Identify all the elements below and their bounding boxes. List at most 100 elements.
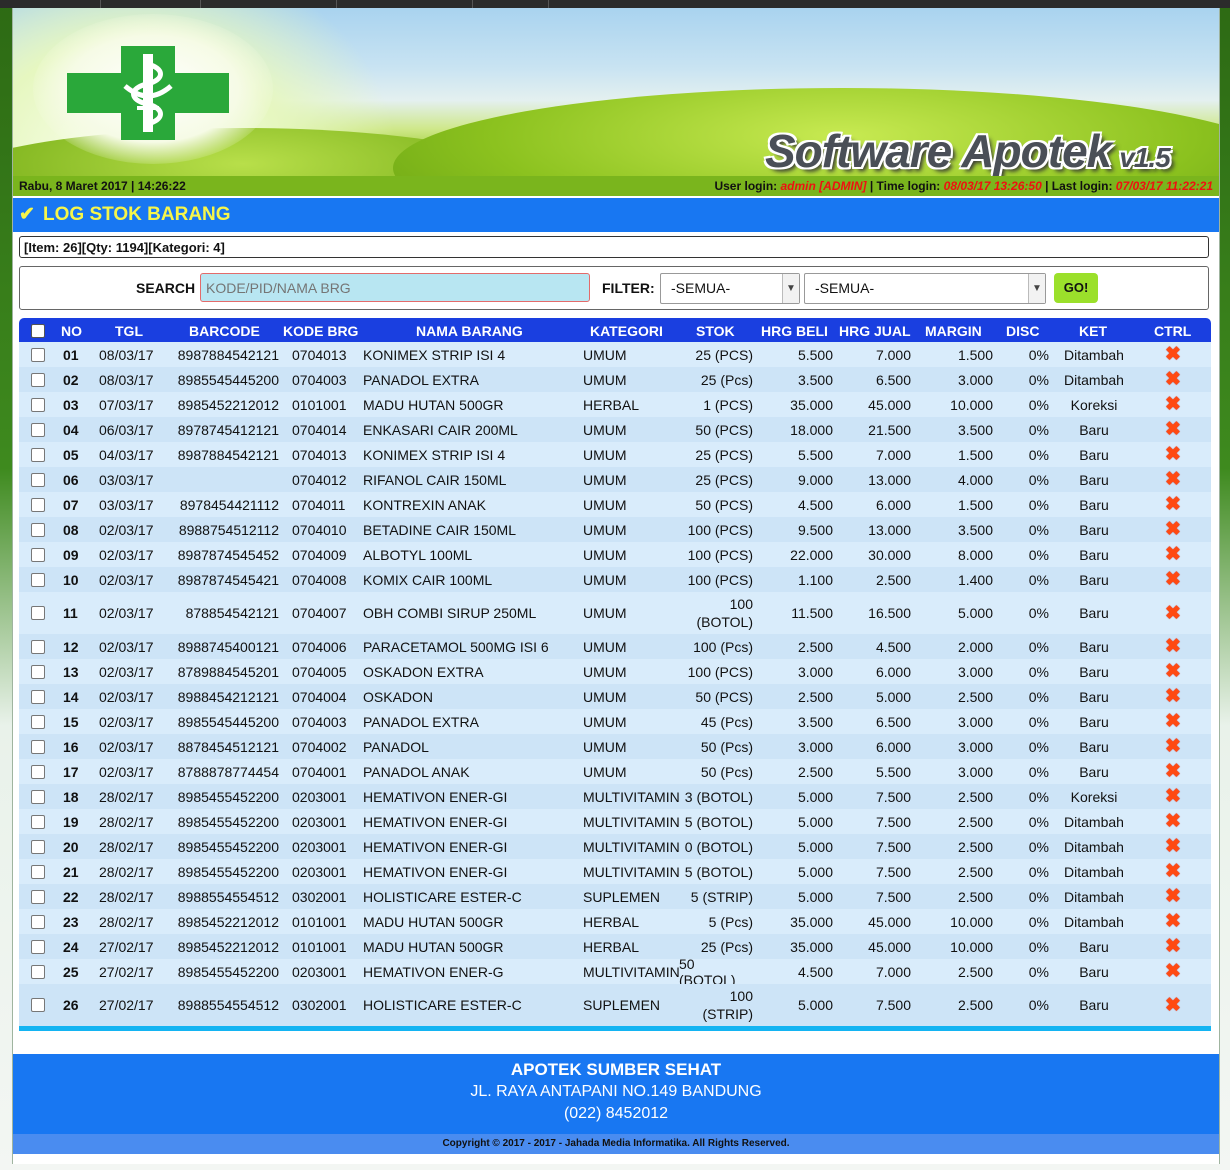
delete-x-icon[interactable]: ✖ <box>1165 568 1181 591</box>
delete-x-icon[interactable]: ✖ <box>1165 835 1181 858</box>
table-row[interactable]: 07 03/03/17 8978454421112 0704011 KONTREXIN … <box>19 492 1211 517</box>
row-checkbox[interactable] <box>31 789 45 804</box>
row-checkbox[interactable] <box>31 939 45 954</box>
row-checkbox[interactable] <box>31 839 45 854</box>
row-ctrl-cell: ✖ <box>1149 659 1197 684</box>
row-checkbox[interactable] <box>31 397 45 412</box>
table-row[interactable]: 06 03/03/17 0704012 RIFANOL CAIR 150ML UMUM 9… <box>19 467 1211 492</box>
cell-barcode: 8978454421112 <box>179 496 279 513</box>
filter-select-2[interactable]: -SEMUA- ▼ <box>804 273 1046 304</box>
delete-x-icon[interactable]: ✖ <box>1165 602 1181 625</box>
cell-barcode: 8985455452200 <box>177 838 279 855</box>
table-row[interactable]: 09 02/03/17 8987874545452 0704009 ALBOTYL 10… <box>19 542 1211 567</box>
table-row[interactable]: 17 02/03/17 8788878774454 0704001 PANADOL AN… <box>19 759 1211 784</box>
delete-x-icon[interactable]: ✖ <box>1165 468 1181 491</box>
delete-x-icon[interactable]: ✖ <box>1165 810 1181 833</box>
delete-x-icon[interactable]: ✖ <box>1165 994 1181 1017</box>
delete-x-icon[interactable]: ✖ <box>1165 735 1181 758</box>
delete-x-icon[interactable]: ✖ <box>1165 660 1181 683</box>
delete-x-icon[interactable]: ✖ <box>1165 960 1181 983</box>
delete-x-icon[interactable]: ✖ <box>1165 343 1181 366</box>
delete-x-icon[interactable]: ✖ <box>1165 368 1181 391</box>
table-body: 01 08/03/17 8987884542121 0704013 KONIMEX ST… <box>19 342 1211 1026</box>
cell-kategori: MULTIVITAMIN <box>583 788 680 805</box>
row-checkbox[interactable] <box>31 714 45 729</box>
select-all-checkbox[interactable] <box>31 324 45 338</box>
table-row[interactable]: 02 08/03/17 8985545445200 0704003 PANADOL EX… <box>19 367 1211 392</box>
cell-hrg-beli: 11.500 <box>791 605 833 621</box>
row-checkbox[interactable] <box>31 739 45 754</box>
table-row[interactable]: 03 07/03/17 8985452212012 0101001 MADU HUTAN… <box>19 392 1211 417</box>
table-row[interactable]: 24 27/02/17 8985452212012 0101001 MADU HUTAN… <box>19 934 1211 959</box>
cell-tgl: 02/03/17 <box>99 763 154 780</box>
table-row[interactable]: 14 02/03/17 8988454212121 0704004 OSKADON UMU… <box>19 684 1211 709</box>
table-row[interactable]: 04 06/03/17 8978745412121 0704014 ENKASARI C… <box>19 417 1211 442</box>
row-checkbox[interactable] <box>31 572 45 587</box>
delete-x-icon[interactable]: ✖ <box>1165 760 1181 783</box>
table-row[interactable]: 10 02/03/17 8987874545421 0704008 KOMIX CAIR… <box>19 567 1211 592</box>
delete-x-icon[interactable]: ✖ <box>1165 518 1181 541</box>
row-checkbox[interactable] <box>31 422 45 437</box>
row-checkbox[interactable] <box>31 964 45 979</box>
search-input[interactable] <box>200 273 590 302</box>
delete-x-icon[interactable]: ✖ <box>1165 493 1181 516</box>
row-checkbox[interactable] <box>31 497 45 512</box>
row-checkbox[interactable] <box>31 472 45 487</box>
table-row[interactable]: 26 27/02/17 8988554554512 0302001 HOLISTICAR… <box>19 984 1211 1026</box>
delete-x-icon[interactable]: ✖ <box>1165 443 1181 466</box>
table-row[interactable]: 05 04/03/17 8987884542121 0704013 KONIMEX ST… <box>19 442 1211 467</box>
table-row[interactable]: 18 28/02/17 8985455452200 0203001 HEMATIVON … <box>19 784 1211 809</box>
row-checkbox[interactable] <box>31 522 45 537</box>
cell-tgl: 02/03/17 <box>99 546 154 563</box>
row-ctrl-cell: ✖ <box>1149 542 1197 567</box>
table-row[interactable]: 19 28/02/17 8985455452200 0203001 HEMATIVON … <box>19 809 1211 834</box>
table-row[interactable]: 12 02/03/17 8988745400121 0704006 PARACETAMO… <box>19 634 1211 659</box>
row-checkbox[interactable] <box>31 998 45 1012</box>
delete-x-icon[interactable]: ✖ <box>1165 393 1181 416</box>
delete-x-icon[interactable]: ✖ <box>1165 885 1181 908</box>
row-checkbox[interactable] <box>31 664 45 679</box>
row-checkbox[interactable] <box>31 547 45 562</box>
go-button[interactable]: GO! <box>1054 273 1098 303</box>
filter-select-1[interactable]: -SEMUA- ▼ <box>660 273 800 304</box>
delete-x-icon[interactable]: ✖ <box>1165 785 1181 808</box>
table-row[interactable]: 23 28/02/17 8985452212012 0101001 MADU HUTAN… <box>19 909 1211 934</box>
delete-x-icon[interactable]: ✖ <box>1165 710 1181 733</box>
check-icon: ✔ <box>19 204 35 225</box>
delete-x-icon[interactable]: ✖ <box>1165 860 1181 883</box>
table-row[interactable]: 01 08/03/17 8987884542121 0704013 KONIMEX ST… <box>19 342 1211 367</box>
delete-x-icon[interactable]: ✖ <box>1165 935 1181 958</box>
delete-x-icon[interactable]: ✖ <box>1165 418 1181 441</box>
table-row[interactable]: 15 02/03/17 8985545445200 0704003 PANADOL EX… <box>19 709 1211 734</box>
cell-margin: 10.000 <box>950 938 993 955</box>
table-row[interactable]: 22 28/02/17 8988554554512 0302001 HOLISTICAR… <box>19 884 1211 909</box>
table-row[interactable]: 16 02/03/17 8878454512121 0704002 PANADOL UMU… <box>19 734 1211 759</box>
cell-ket: Baru <box>1079 688 1109 705</box>
row-checkbox[interactable] <box>31 689 45 704</box>
table-row[interactable]: 11 02/03/17 878854542121 0704007 OBH COMBI S… <box>19 592 1211 634</box>
row-checkbox[interactable] <box>31 447 45 462</box>
row-checkbox[interactable] <box>31 606 45 620</box>
row-checkbox[interactable] <box>31 764 45 779</box>
row-checkbox-cell <box>31 909 45 934</box>
cell-barcode: 8985545445200 <box>177 371 279 388</box>
delete-x-icon[interactable]: ✖ <box>1165 910 1181 933</box>
table-row[interactable]: 25 27/02/17 8985455452200 0203001 HEMATIVON … <box>19 956 1211 988</box>
row-checkbox[interactable] <box>31 889 45 904</box>
row-checkbox[interactable] <box>31 639 45 654</box>
row-checkbox[interactable] <box>31 372 45 387</box>
cell-hrg-jual: 6.500 <box>875 371 911 388</box>
delete-x-icon[interactable]: ✖ <box>1165 685 1181 708</box>
row-checkbox[interactable] <box>31 347 45 362</box>
row-checkbox[interactable] <box>31 914 45 929</box>
table-row[interactable]: 08 02/03/17 8988754512112 0704010 BETADINE C… <box>19 517 1211 542</box>
delete-x-icon[interactable]: ✖ <box>1165 543 1181 566</box>
row-checkbox[interactable] <box>31 814 45 829</box>
table-row[interactable]: 21 28/02/17 8985455452200 0203001 HEMATIVON … <box>19 859 1211 884</box>
table-row[interactable]: 20 28/02/17 8985455452200 0203001 HEMATIVON … <box>19 834 1211 859</box>
cell-nama: RIFANOL CAIR 150ML <box>363 471 507 488</box>
row-checkbox-cell <box>31 934 45 959</box>
delete-x-icon[interactable]: ✖ <box>1165 635 1181 658</box>
row-checkbox[interactable] <box>31 864 45 879</box>
table-row[interactable]: 13 02/03/17 8789884545201 0704005 OSKADON EX… <box>19 659 1211 684</box>
